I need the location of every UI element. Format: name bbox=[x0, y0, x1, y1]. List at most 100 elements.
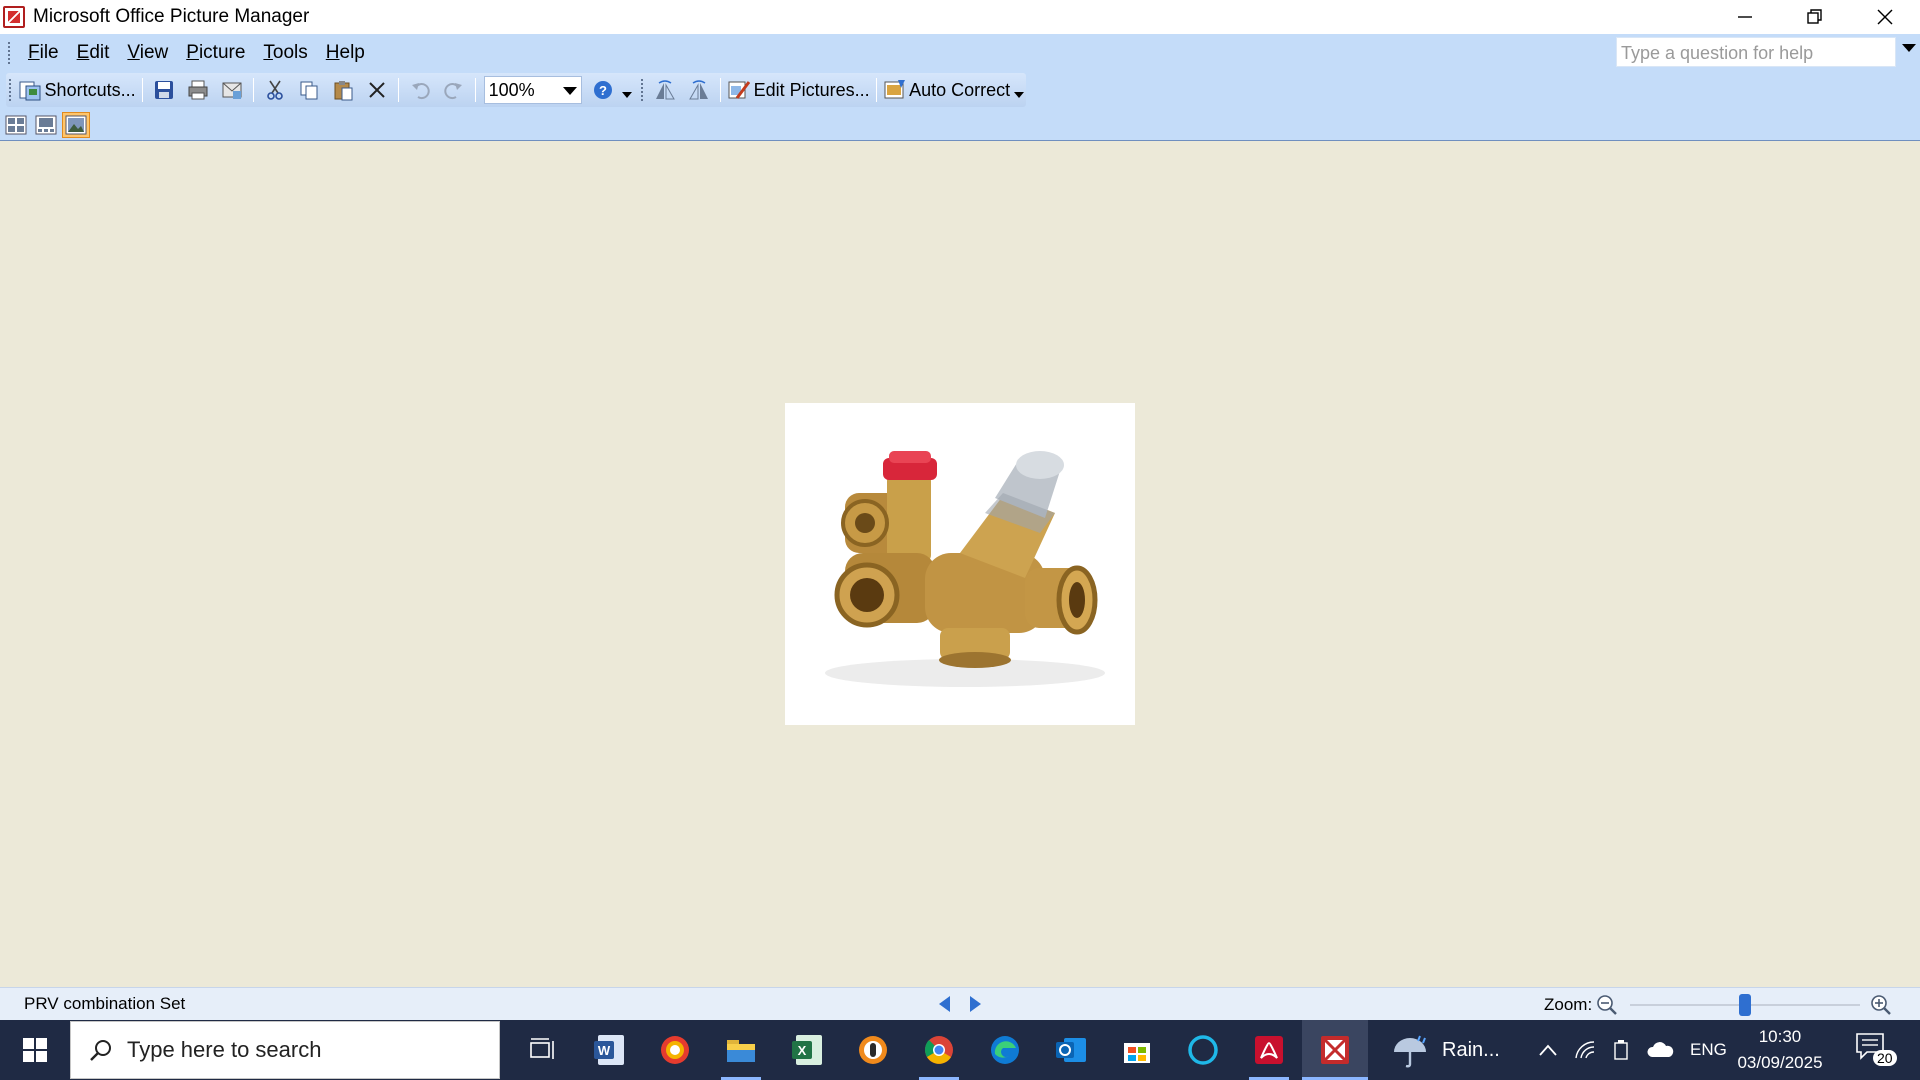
store-app-button[interactable] bbox=[1104, 1020, 1170, 1080]
email-button[interactable] bbox=[217, 76, 247, 104]
menu-picture[interactable]: Picture bbox=[177, 42, 254, 64]
delete-icon bbox=[368, 82, 385, 98]
zoom-percentage-select[interactable]: 100% bbox=[483, 76, 583, 104]
network-button[interactable] bbox=[1574, 1040, 1596, 1060]
next-picture-icon[interactable] bbox=[970, 996, 981, 1012]
shortcuts-label: Shortcuts... bbox=[44, 79, 136, 100]
excel-app-button[interactable]: X bbox=[774, 1020, 840, 1080]
windows-logo-icon bbox=[23, 1038, 47, 1062]
filmstrip-view-button[interactable] bbox=[32, 112, 60, 138]
single-picture-view-icon bbox=[65, 115, 87, 134]
toolbar-options-icon[interactable] bbox=[620, 76, 634, 104]
filmstrip-view-icon bbox=[35, 115, 57, 134]
auto-correct-icon bbox=[884, 80, 905, 99]
wifi-icon bbox=[1575, 1041, 1595, 1059]
copy-button[interactable] bbox=[294, 76, 324, 104]
language-text: ENG bbox=[1690, 1040, 1727, 1059]
chevron-up-icon bbox=[1539, 1044, 1557, 1056]
pdf-reader-app-button[interactable] bbox=[642, 1020, 708, 1080]
previous-picture-icon[interactable] bbox=[939, 996, 950, 1012]
toolbar-separator bbox=[875, 78, 877, 102]
clock[interactable]: 10:30 03/09/2025 bbox=[1730, 1024, 1830, 1076]
zoom-slider-thumb[interactable] bbox=[1739, 994, 1751, 1016]
menu-tools[interactable]: Tools bbox=[254, 42, 316, 64]
rotate-right-button[interactable] bbox=[684, 76, 714, 104]
redo-button[interactable] bbox=[439, 76, 469, 104]
help-icon: ? bbox=[594, 81, 613, 99]
weather-text: Rain... bbox=[1442, 1038, 1500, 1061]
weather-widget[interactable]: Rain... bbox=[1390, 1020, 1500, 1080]
toolbar-options-icon[interactable] bbox=[1012, 76, 1026, 104]
taskbar-search-input[interactable]: Type here to search bbox=[70, 1021, 500, 1079]
windows-taskbar: Type here to search W X Rain... ENG 10:3… bbox=[0, 1020, 1920, 1080]
battery-button[interactable] bbox=[1612, 1039, 1630, 1061]
menu-file[interactable]: File bbox=[19, 42, 68, 64]
clock-date: 03/09/2025 bbox=[1737, 1053, 1823, 1072]
picture-preview[interactable] bbox=[785, 403, 1135, 725]
outlook-app-button[interactable] bbox=[1038, 1020, 1104, 1080]
zoom-out-button[interactable] bbox=[1596, 994, 1618, 1021]
acrobat-app-button[interactable] bbox=[1236, 1020, 1302, 1080]
cloud-icon bbox=[1647, 1042, 1674, 1057]
svg-text:W: W bbox=[598, 1043, 611, 1058]
zoom-in-button[interactable] bbox=[1870, 994, 1892, 1021]
rotate-left-button[interactable] bbox=[650, 76, 680, 104]
cut-button[interactable] bbox=[260, 76, 290, 104]
menu-edit[interactable]: Edit bbox=[68, 42, 119, 64]
search-icon bbox=[90, 1040, 111, 1061]
thumbnail-view-icon bbox=[5, 115, 27, 134]
undo-button[interactable] bbox=[405, 76, 435, 104]
rain-umbrella-icon bbox=[1394, 1035, 1426, 1068]
toolbar-grip-handle[interactable] bbox=[8, 78, 12, 102]
onedrive-button[interactable] bbox=[1646, 1041, 1674, 1059]
picture-manager-app-button[interactable] bbox=[1302, 1020, 1368, 1080]
chrome-app-button[interactable] bbox=[906, 1020, 972, 1080]
toolbar-separator bbox=[252, 78, 254, 102]
scissors-icon bbox=[266, 80, 283, 100]
close-icon bbox=[1877, 9, 1893, 25]
task-view-button[interactable] bbox=[510, 1020, 576, 1080]
alexa-icon bbox=[1188, 1035, 1218, 1065]
status-bar: PRV combination Set Zoom: bbox=[0, 987, 1920, 1020]
single-picture-view-button[interactable] bbox=[62, 111, 90, 138]
show-hidden-icons-button[interactable] bbox=[1538, 1043, 1558, 1057]
paste-button[interactable] bbox=[328, 76, 358, 104]
help-search-input[interactable]: Type a question for help bbox=[1616, 37, 1896, 67]
edge-icon bbox=[991, 1036, 1019, 1064]
delete-button[interactable] bbox=[362, 76, 392, 104]
start-button[interactable] bbox=[0, 1020, 70, 1080]
edit-pictures-icon bbox=[728, 81, 750, 99]
zoom-label: Zoom: bbox=[1544, 995, 1593, 1014]
search-placeholder: Type here to search bbox=[127, 1037, 322, 1062]
edge-app-button[interactable] bbox=[972, 1020, 1038, 1080]
file-explorer-app-button[interactable] bbox=[708, 1020, 774, 1080]
shortcuts-button[interactable]: Shortcuts... bbox=[18, 76, 136, 104]
help-dropdown-icon[interactable] bbox=[1902, 44, 1916, 52]
view-toolbar bbox=[0, 109, 1920, 141]
alexa-app-button[interactable] bbox=[1170, 1020, 1236, 1080]
auto-correct-button[interactable]: Auto Correct bbox=[883, 76, 1011, 104]
minimize-button[interactable] bbox=[1710, 0, 1780, 34]
auto-correct-label: Auto Correct bbox=[909, 79, 1011, 100]
zoom-percentage-value: 100% bbox=[488, 79, 535, 100]
vpn-app-button[interactable] bbox=[840, 1020, 906, 1080]
close-button[interactable] bbox=[1850, 0, 1920, 34]
word-icon: W bbox=[594, 1035, 624, 1065]
pdf-reader-icon bbox=[661, 1036, 689, 1064]
rotate-right-icon bbox=[689, 80, 709, 100]
title-bar: Microsoft Office Picture Manager bbox=[0, 0, 1920, 34]
picture-canvas bbox=[0, 142, 1920, 987]
acrobat-icon bbox=[1255, 1036, 1283, 1064]
help-button[interactable]: ? bbox=[588, 76, 618, 104]
print-button[interactable] bbox=[183, 76, 213, 104]
menu-view[interactable]: View bbox=[118, 42, 177, 64]
save-button[interactable] bbox=[149, 76, 179, 104]
edit-pictures-button[interactable]: Edit Pictures... bbox=[727, 76, 870, 104]
menu-grip-handle[interactable] bbox=[7, 40, 11, 65]
menu-help[interactable]: Help bbox=[317, 42, 374, 64]
restore-button[interactable] bbox=[1780, 0, 1850, 34]
thumbnail-view-button[interactable] bbox=[2, 112, 30, 138]
language-indicator[interactable]: ENG bbox=[1690, 1040, 1727, 1060]
word-app-button[interactable]: W bbox=[576, 1020, 642, 1080]
toolbar-grip-handle[interactable] bbox=[640, 78, 645, 102]
